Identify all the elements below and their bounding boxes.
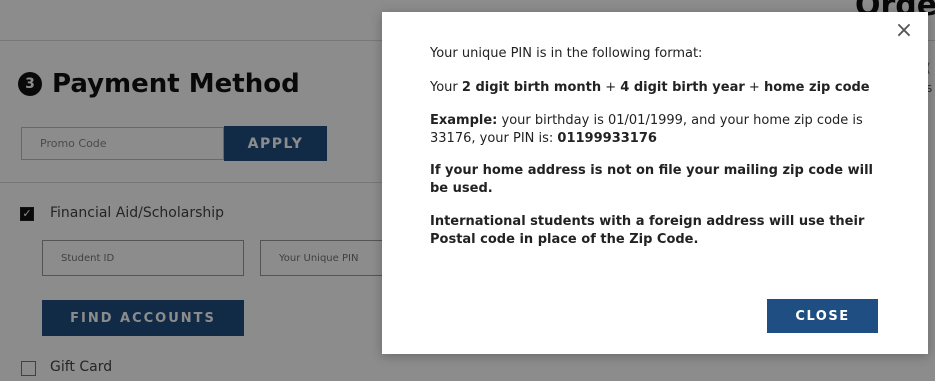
close-icon[interactable]: × bbox=[892, 19, 916, 43]
pin-example: Example: your birthday is 01/01/1999, an… bbox=[430, 113, 863, 146]
modal-body: Your unique PIN is in the following form… bbox=[430, 45, 890, 249]
pin-format-intro: Your unique PIN is in the following form… bbox=[430, 46, 703, 61]
pin-format-description: Your 2 digit birth month + 4 digit birth… bbox=[430, 80, 870, 95]
close-button[interactable]: CLOSE bbox=[767, 299, 878, 333]
international-notice: International students with a foreign ad… bbox=[430, 214, 865, 247]
pin-info-modal: × Your unique PIN is in the following fo… bbox=[382, 12, 928, 354]
mailing-zip-notice: If your home address is not on file your… bbox=[430, 163, 873, 196]
